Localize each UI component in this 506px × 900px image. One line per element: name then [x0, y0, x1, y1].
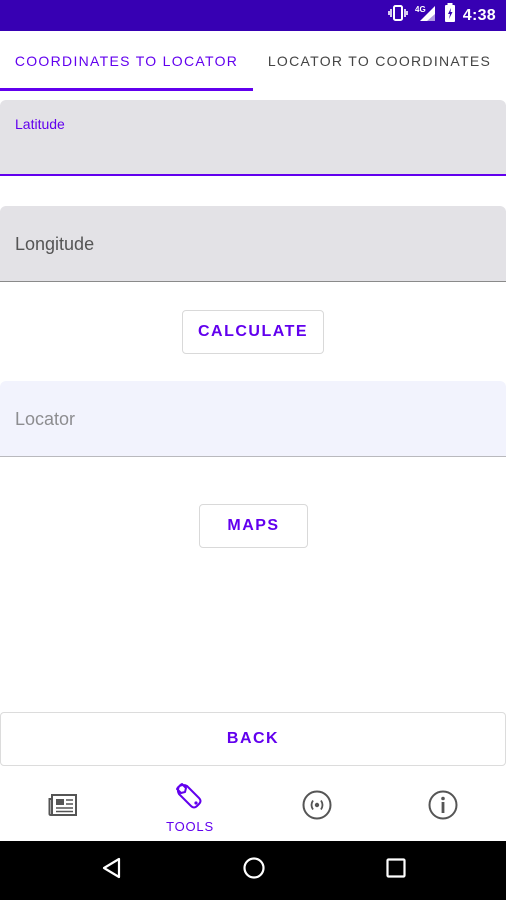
- locator-field[interactable]: Locator: [0, 381, 506, 457]
- signal-icon: 4G: [415, 4, 437, 27]
- system-navigation-bar: [0, 841, 506, 900]
- locator-label: Locator: [15, 409, 76, 429]
- battery-icon: [444, 3, 456, 28]
- status-icons: 4G 4:38: [387, 0, 496, 31]
- latitude-label: Latitude: [15, 116, 65, 132]
- nav-item-tools[interactable]: Tools: [127, 773, 253, 841]
- calculate-button[interactable]: Calculate: [182, 310, 324, 354]
- nav-item-news[interactable]: [0, 773, 126, 841]
- longitude-label: Longitude: [15, 234, 95, 254]
- system-recents-button[interactable]: [366, 841, 426, 900]
- system-home-button[interactable]: [224, 841, 284, 900]
- bottom-navigation: Tools: [0, 773, 506, 841]
- status-bar: 4G 4:38: [0, 0, 506, 31]
- tab-coordinates-to-locator[interactable]: Coordinates to Locator: [0, 31, 253, 91]
- vibrate-icon: [387, 4, 408, 27]
- latitude-field[interactable]: Latitude: [0, 100, 506, 176]
- system-back-button[interactable]: [82, 841, 142, 900]
- news-icon: [48, 792, 78, 823]
- tab-locator-to-coordinates[interactable]: Locator to Coordinates: [253, 31, 506, 91]
- circle-home-icon: [242, 856, 266, 885]
- network-type-label: 4G: [415, 5, 426, 14]
- broadcast-icon: [301, 789, 333, 826]
- tab-indicator: [0, 88, 253, 91]
- maps-button[interactable]: Maps: [199, 504, 308, 548]
- longitude-field[interactable]: Longitude: [0, 206, 506, 282]
- info-icon: [427, 789, 459, 826]
- back-button[interactable]: Back: [0, 712, 506, 766]
- wrench-icon: [174, 781, 206, 816]
- triangle-back-icon: [100, 856, 124, 885]
- status-time: 4:38: [462, 6, 496, 24]
- nav-item-info[interactable]: [380, 773, 506, 841]
- tab-bar: Coordinates to Locator Locator to Coordi…: [0, 31, 506, 91]
- square-recents-icon: [384, 856, 408, 885]
- nav-label-tools: Tools: [166, 818, 214, 834]
- nav-item-broadcast[interactable]: [254, 773, 380, 841]
